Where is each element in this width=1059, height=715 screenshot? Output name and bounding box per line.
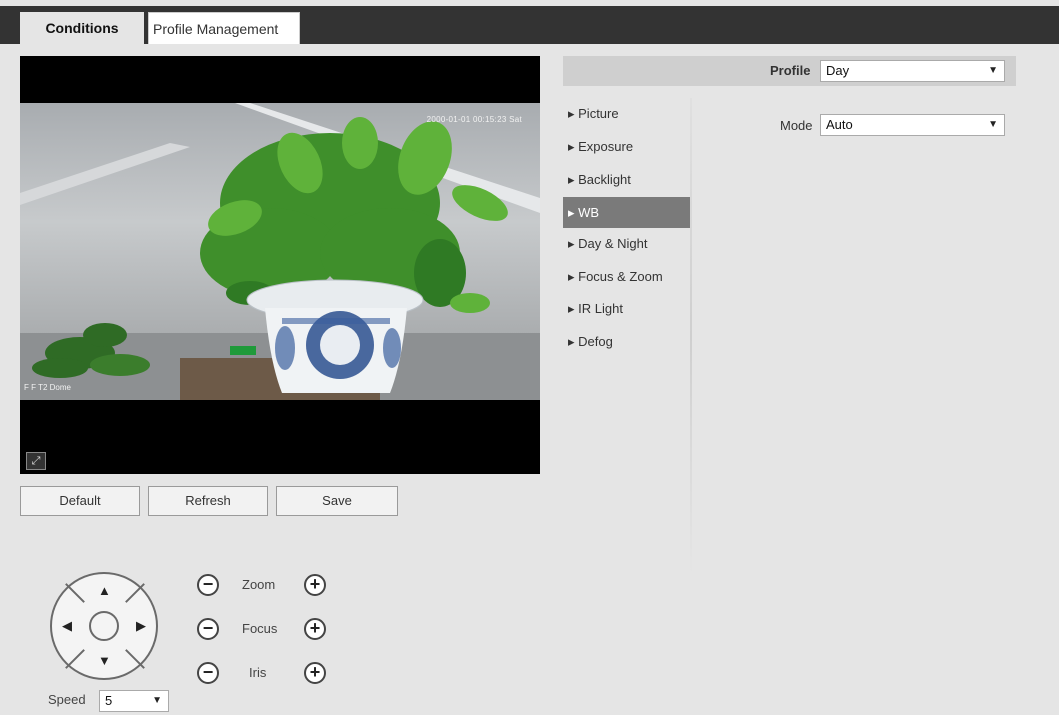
profile-value: Day	[826, 63, 850, 78]
caret-right-icon: ▸	[568, 301, 579, 316]
caret-right-icon: ▸	[568, 139, 579, 154]
zoom-label: Zoom	[242, 577, 276, 592]
focus-label: Focus	[242, 621, 278, 636]
video-preview[interactable]: 2000-01-01 00:15:23 Sat F F T2 Dome ⤢	[20, 56, 540, 474]
speed-value: 5	[105, 693, 113, 708]
fullscreen-icon[interactable]: ⤢	[26, 452, 46, 470]
pad-divider	[125, 649, 145, 669]
caret-right-icon: ▸	[568, 205, 579, 220]
menu-item-label: Defog	[578, 334, 613, 349]
menu-item-wb[interactable]: ▸ WB	[563, 197, 690, 228]
menu-item-backlight[interactable]: ▸ Backlight	[563, 164, 690, 195]
iris-minus-icon[interactable]: −	[197, 662, 219, 684]
menu-item-ir-light[interactable]: ▸ IR Light	[563, 293, 690, 324]
iris-plus-icon[interactable]: +	[304, 662, 326, 684]
profile-select[interactable]: Day ▼	[820, 60, 1005, 82]
pan-down-icon[interactable]: ▼	[98, 654, 111, 668]
focus-plus-icon[interactable]: +	[304, 618, 326, 640]
zoom-minus-icon[interactable]: −	[197, 574, 219, 596]
caret-right-icon: ▸	[568, 106, 579, 121]
mode-label: Mode	[780, 118, 813, 133]
pad-divider	[65, 649, 85, 669]
speed-select[interactable]: 5 ▼	[99, 690, 169, 712]
menu-item-day-night[interactable]: ▸ Day & Night	[563, 228, 690, 259]
speed-label: Speed	[48, 692, 86, 707]
ptz-direction-pad[interactable]: ▲ ▼ ◀ ▶	[50, 572, 158, 680]
menu-item-label: Day & Night	[578, 236, 648, 251]
menu-item-defog[interactable]: ▸ Defog	[563, 326, 690, 357]
caret-right-icon: ▸	[568, 269, 579, 284]
plant-scene-image	[20, 103, 540, 400]
iris-label: Iris	[249, 665, 267, 680]
ptz-center-button[interactable]	[89, 611, 119, 641]
mode-value: Auto	[826, 117, 853, 132]
tab-conditions[interactable]: Conditions	[20, 12, 144, 44]
chevron-down-icon: ▼	[988, 119, 998, 130]
menu-item-label: WB	[578, 205, 600, 220]
page: Conditions Profile Management 2000-01-01…	[0, 0, 1059, 715]
chevron-down-icon: ▼	[152, 695, 162, 706]
pan-left-icon[interactable]: ◀	[62, 619, 72, 633]
save-button[interactable]: Save	[276, 486, 398, 516]
pad-divider	[125, 583, 145, 603]
pan-right-icon[interactable]: ▶	[136, 619, 146, 633]
profile-label: Profile	[770, 63, 811, 78]
menu-item-label: Picture	[578, 106, 619, 121]
menu-item-label: Focus & Zoom	[578, 269, 663, 284]
caret-right-icon: ▸	[568, 172, 579, 187]
menu-item-label: IR Light	[578, 301, 623, 316]
pad-divider	[65, 583, 85, 603]
menu-item-exposure[interactable]: ▸ Exposure	[563, 131, 690, 162]
mode-select[interactable]: Auto ▼	[820, 114, 1005, 136]
refresh-button[interactable]: Refresh	[148, 486, 268, 516]
menu-item-label: Exposure	[578, 139, 634, 154]
chevron-down-icon: ▼	[988, 65, 998, 76]
pan-up-icon[interactable]: ▲	[98, 584, 111, 598]
zoom-plus-icon[interactable]: +	[304, 574, 326, 596]
caret-right-icon: ▸	[568, 236, 579, 251]
menu-divider	[690, 98, 692, 574]
default-button[interactable]: Default	[20, 486, 140, 516]
video-timestamp: 2000-01-01 00:15:23 Sat	[426, 115, 522, 124]
menu-item-label: Backlight	[578, 172, 631, 187]
menu-item-picture[interactable]: ▸ Picture	[563, 98, 690, 129]
focus-minus-icon[interactable]: −	[197, 618, 219, 640]
video-frame: 2000-01-01 00:15:23 Sat F F T2 Dome	[20, 103, 540, 400]
caret-right-icon: ▸	[568, 334, 579, 349]
tab-profile-management[interactable]: Profile Management	[148, 12, 300, 44]
camera-name-overlay: F F T2 Dome	[24, 383, 71, 392]
menu-item-focus-zoom[interactable]: ▸ Focus & Zoom	[563, 261, 690, 292]
